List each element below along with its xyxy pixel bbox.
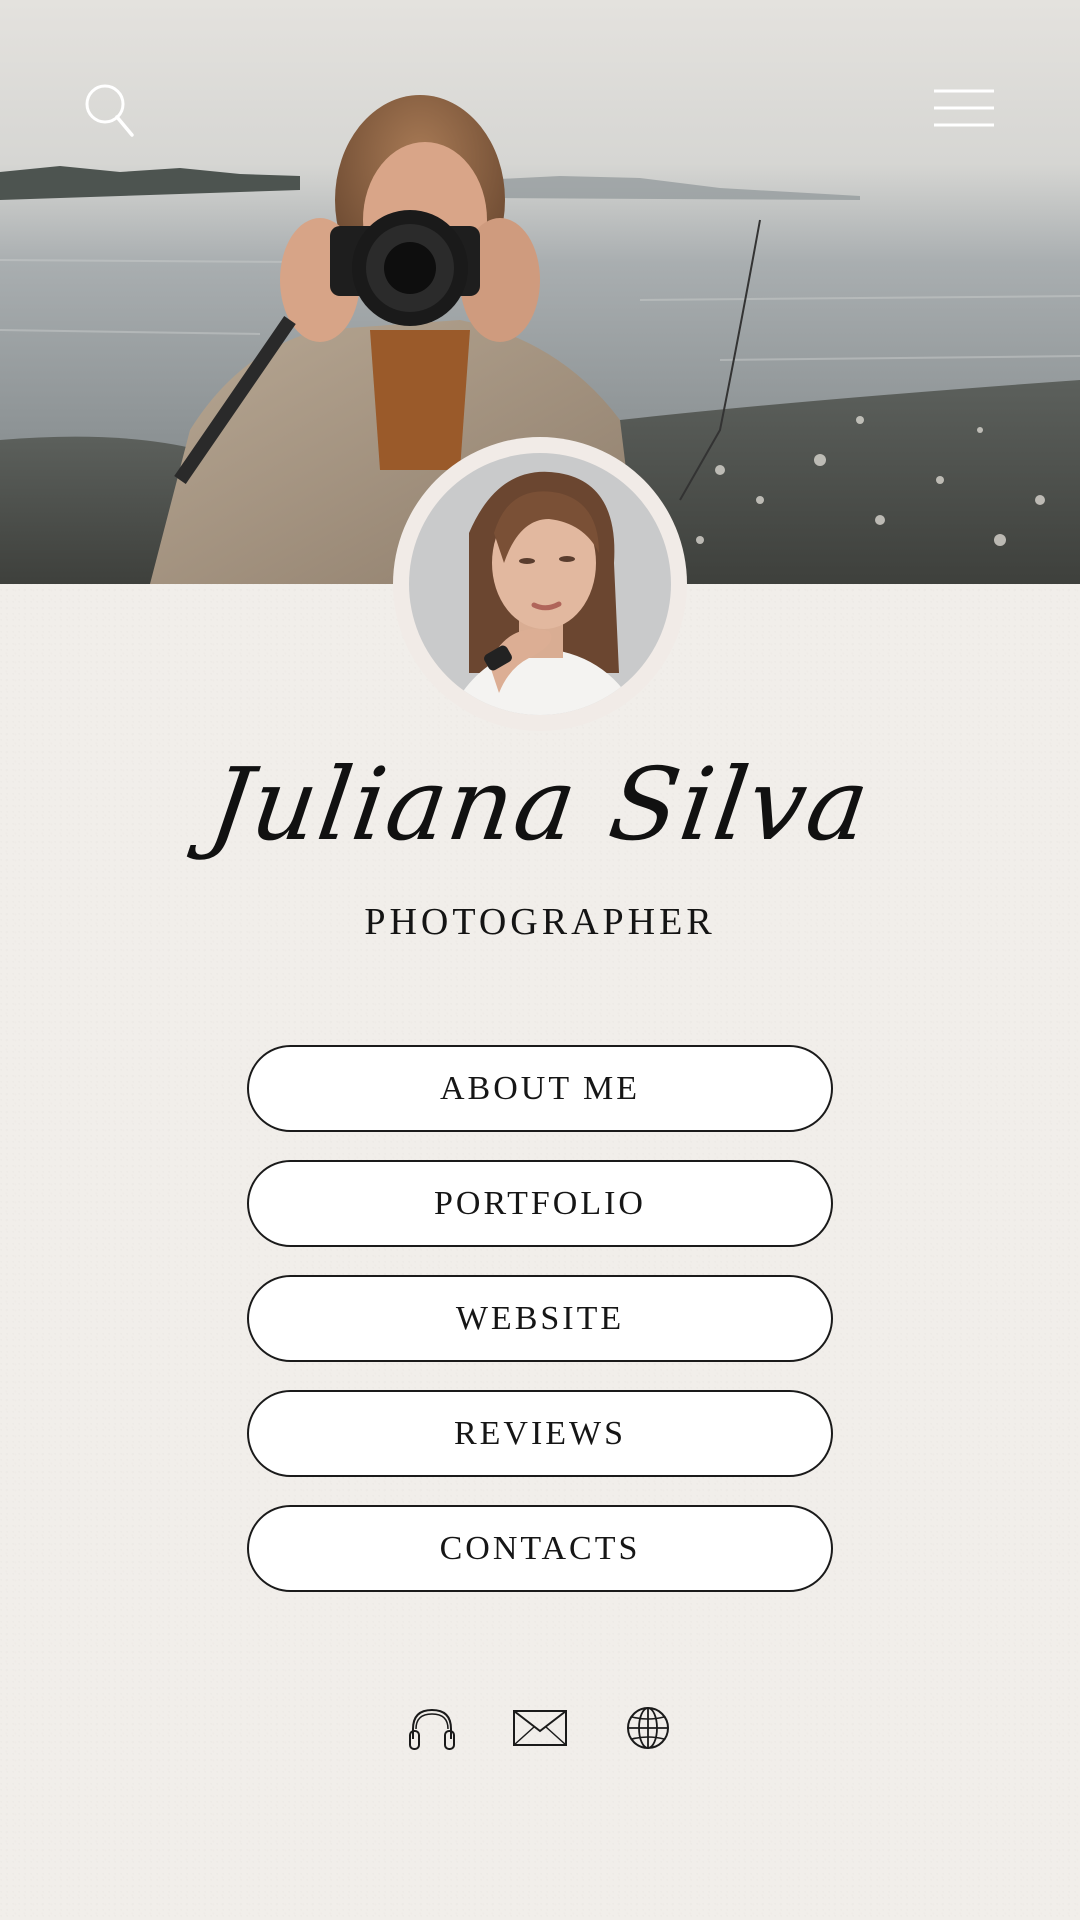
search-button[interactable] (80, 80, 140, 140)
menu-button[interactable] (926, 80, 1002, 136)
website-button[interactable]: WEBSITE (247, 1275, 833, 1362)
contacts-button[interactable]: CONTACTS (247, 1505, 833, 1592)
portfolio-button[interactable]: PORTFOLIO (247, 1160, 833, 1247)
profile-role: PHOTOGRAPHER (364, 901, 716, 943)
about-me-button[interactable]: ABOUT ME (247, 1045, 833, 1132)
headphones-icon (409, 1708, 455, 1750)
hamburger-menu-icon (934, 89, 994, 127)
email-link[interactable] (512, 1700, 568, 1756)
search-icon (85, 84, 134, 137)
envelope-icon (513, 1710, 567, 1746)
website-link[interactable] (620, 1700, 676, 1756)
profile-name: Juliana Silva (202, 746, 878, 863)
social-links (0, 1700, 1080, 1756)
profile-page: Juliana Silva PHOTOGRAPHER ABOUT ME PORT… (0, 0, 1080, 1920)
link-list: ABOUT ME PORTFOLIO WEBSITE REVIEWS CONTA… (247, 1045, 833, 1620)
headphones-link[interactable] (404, 1700, 460, 1756)
avatar-frame (393, 437, 687, 731)
avatar (409, 453, 671, 715)
reviews-button[interactable]: REVIEWS (247, 1390, 833, 1477)
globe-icon (627, 1707, 669, 1749)
